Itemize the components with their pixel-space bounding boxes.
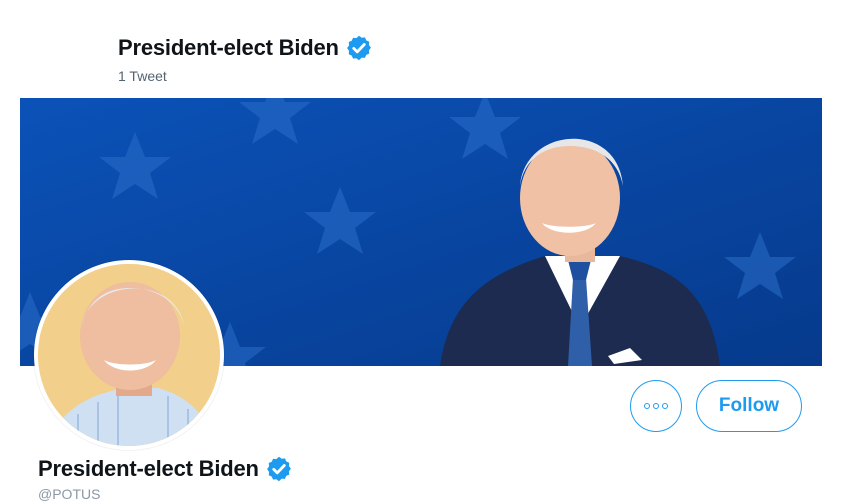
verified-badge-icon	[265, 455, 293, 483]
more-options-icon	[644, 403, 650, 409]
tweet-count: 1 Tweet	[118, 68, 167, 84]
header-title-row: President-elect Biden	[118, 34, 373, 62]
follow-button[interactable]: Follow	[696, 380, 802, 432]
more-options-icon	[662, 403, 668, 409]
profile-header: President-elect Biden 1 Tweet	[118, 34, 373, 84]
profile-handle: @POTUS	[38, 486, 101, 502]
more-options-button[interactable]	[630, 380, 682, 432]
header-title: President-elect Biden	[118, 35, 339, 60]
avatar-photo	[38, 264, 220, 446]
verified-badge-icon	[345, 34, 373, 62]
profile-display-name: President-elect Biden	[38, 456, 259, 481]
avatar[interactable]	[34, 260, 224, 450]
more-options-icon	[653, 403, 659, 409]
profile-name-row: President-elect Biden	[38, 455, 293, 483]
